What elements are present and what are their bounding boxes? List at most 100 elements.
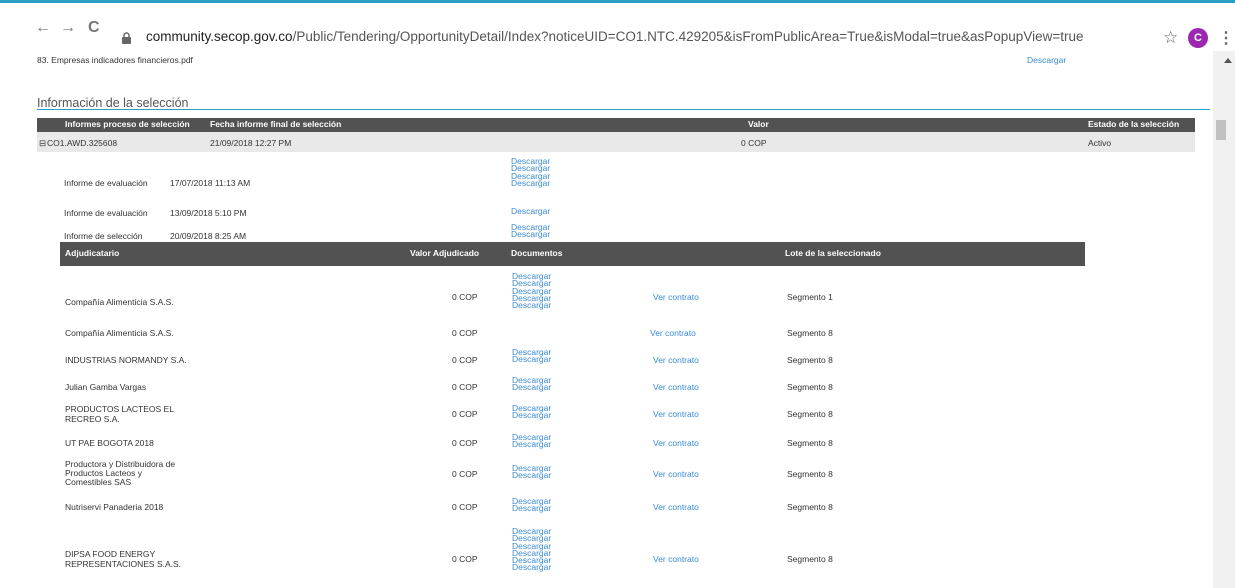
- header-valor: Valor: [748, 119, 769, 129]
- ver-contrato-link[interactable]: Ver contrato: [653, 355, 699, 365]
- adjudicatario-row: Productora y Distribuidora de Productos …: [65, 460, 175, 487]
- ver-contrato-link[interactable]: Ver contrato: [653, 554, 699, 564]
- ver-contrato-link[interactable]: Ver contrato: [653, 438, 699, 448]
- row-downloads: Descargar Descargar: [512, 464, 551, 480]
- valor-adjudicado: 0 COP: [452, 409, 478, 419]
- download-link[interactable]: Descargar: [512, 301, 551, 310]
- adjudicatarios-header: Adjudicatario Valor Adjudicado Documento…: [60, 242, 1085, 266]
- selection-table-header: Informes proceso de selección Fecha info…: [37, 118, 1195, 132]
- report-downloads: Descargar: [511, 207, 550, 216]
- url-host: community.secop.gov.co: [146, 29, 293, 44]
- download-link[interactable]: Descargar: [511, 230, 550, 239]
- adjudicatario-name: Julian Gamba Vargas: [65, 382, 147, 392]
- adjudicatario-name: Compañía Alimenticia S.A.S.: [65, 297, 174, 307]
- report-downloads: Descargar Descargar Descargar Descargar: [511, 157, 550, 188]
- document-download-link[interactable]: Descargar: [1027, 55, 1066, 65]
- document-name: 83. Empresas indicadores financieros.pdf: [37, 55, 193, 65]
- row-downloads: Descargar Descargar: [512, 497, 551, 513]
- download-link[interactable]: Descargar: [512, 383, 551, 392]
- ver-contrato-link[interactable]: Ver contrato: [650, 328, 696, 338]
- header-adjudicatario: Adjudicatario: [65, 248, 120, 258]
- ver-contrato-link[interactable]: Ver contrato: [653, 409, 699, 419]
- bookmark-star-icon[interactable]: ☆: [1163, 28, 1178, 48]
- browser-menu-icon[interactable]: ⋮: [1218, 28, 1234, 48]
- header-valor-adjudicado: Valor Adjudicado: [410, 248, 480, 258]
- valor-adjudicado: 0 COP: [452, 292, 478, 302]
- header-estado: Estado de la selección: [1088, 119, 1180, 129]
- row-downloads: Descargar Descargar: [512, 376, 551, 392]
- award-id: CO1.AWD.325608: [47, 138, 118, 148]
- award-value: 0 COP: [741, 138, 767, 148]
- row-downloads: Descargar Descargar: [512, 404, 551, 420]
- adjudicatario-name: PRODUCTOS LACTEOS EL: [65, 404, 174, 414]
- award-status: Activo: [1088, 138, 1112, 148]
- download-link[interactable]: Descargar: [512, 411, 551, 420]
- valor-adjudicado: 0 COP: [452, 328, 478, 338]
- report-date: 13/09/2018 5:10 PM: [170, 208, 247, 218]
- ver-contrato-link[interactable]: Ver contrato: [653, 292, 699, 302]
- report-date: 20/09/2018 8:25 AM: [170, 231, 247, 241]
- header-informes: Informes proceso de selección: [65, 119, 190, 129]
- download-link[interactable]: Descargar: [512, 471, 551, 480]
- section-divider: [37, 109, 1210, 110]
- download-link[interactable]: Descargar: [511, 178, 550, 187]
- lote: Segmento 8: [787, 328, 833, 338]
- adjudicatario-row: Compañía Alimenticia S.A.S.: [65, 292, 174, 310]
- download-link[interactable]: Descargar: [512, 504, 551, 513]
- award-row[interactable]: ⊟ CO1.AWD.325608 21/09/2018 12:27 PM 0 C…: [37, 132, 1195, 152]
- adjudicatario-name: Nutriservi Panaderia 2018: [65, 502, 164, 512]
- header-fecha: Fecha informe final de selección: [210, 119, 342, 129]
- report-name: Informe de evaluación: [64, 208, 148, 218]
- valor-adjudicado: 0 COP: [452, 469, 478, 479]
- lote: Segmento 1: [787, 292, 833, 302]
- valor-adjudicado: 0 COP: [452, 502, 478, 512]
- valor-adjudicado: 0 COP: [452, 554, 478, 564]
- adjudicatario-name: DIPSA FOOD ENERGY: [65, 549, 156, 559]
- row-downloads: Descargar Descargar Descargar Descargar …: [512, 527, 551, 572]
- lote: Segmento 8: [787, 355, 833, 365]
- url-path: /Public/Tendering/OpportunityDetail/Inde…: [292, 29, 1084, 44]
- scroll-up-arrow-icon[interactable]: [1224, 58, 1232, 63]
- report-name: Informe de selección: [64, 231, 143, 241]
- ver-contrato-link[interactable]: Ver contrato: [653, 469, 699, 479]
- adjudicatario-name: Compañía Alimenticia S.A.S.: [65, 328, 174, 338]
- download-link[interactable]: Descargar: [512, 563, 551, 572]
- section-title: Información de la selección: [37, 96, 189, 110]
- profile-avatar[interactable]: C: [1188, 28, 1208, 48]
- row-downloads: Descargar Descargar: [512, 433, 551, 449]
- download-link[interactable]: Descargar: [512, 440, 551, 449]
- download-link[interactable]: Descargar: [512, 355, 551, 364]
- lote: Segmento 8: [787, 438, 833, 448]
- lote: Segmento 8: [787, 502, 833, 512]
- download-link[interactable]: Descargar: [511, 207, 550, 216]
- ver-contrato-link[interactable]: Ver contrato: [653, 382, 699, 392]
- header-documentos: Documentos: [511, 248, 563, 258]
- ver-contrato-link[interactable]: Ver contrato: [653, 502, 699, 512]
- adjudicatario-name: RECREO S.A.: [65, 414, 120, 424]
- report-name: Informe de evaluación: [64, 178, 148, 188]
- adjudicatario-name: Comestibles SAS: [65, 477, 132, 487]
- valor-adjudicado: 0 COP: [452, 438, 478, 448]
- expand-toggle-icon[interactable]: ⊟: [39, 138, 46, 149]
- lote: Segmento 8: [787, 382, 833, 392]
- report-date: 17/07/2018 11:13 AM: [170, 178, 251, 188]
- back-icon[interactable]: ←: [35, 19, 51, 37]
- row-downloads: Descargar Descargar Descargar Descargar …: [512, 272, 551, 310]
- adjudicatario-name: INDUSTRIAS NORMANDY S.A.: [65, 355, 187, 365]
- adjudicatario-name: UT PAE BOGOTA 2018: [65, 438, 154, 448]
- scrollbar-thumb[interactable]: [1216, 120, 1226, 140]
- reload-icon[interactable]: C: [88, 19, 100, 37]
- url-text[interactable]: community.secop.gov.co/Public/Tendering/…: [146, 29, 1083, 44]
- valor-adjudicado: 0 COP: [452, 382, 478, 392]
- valor-adjudicado: 0 COP: [452, 355, 478, 365]
- lock-icon: [122, 32, 131, 44]
- report-downloads: Descargar Descargar: [511, 223, 550, 239]
- lote: Segmento 8: [787, 469, 833, 479]
- adjudicatario-name: REPRESENTACIONES S.A.S.: [65, 559, 182, 569]
- forward-icon[interactable]: →: [60, 19, 76, 37]
- header-lote: Lote de la seleccionado: [785, 248, 881, 258]
- adjudicatario-row: DIPSA FOOD ENERGY REPRESENTACIONES S.A.S…: [65, 549, 181, 569]
- award-date: 21/09/2018 12:27 PM: [210, 138, 292, 148]
- lote: Segmento 8: [787, 554, 833, 564]
- adjudicatario-row: PRODUCTOS LACTEOS EL RECREO S.A.: [65, 404, 174, 424]
